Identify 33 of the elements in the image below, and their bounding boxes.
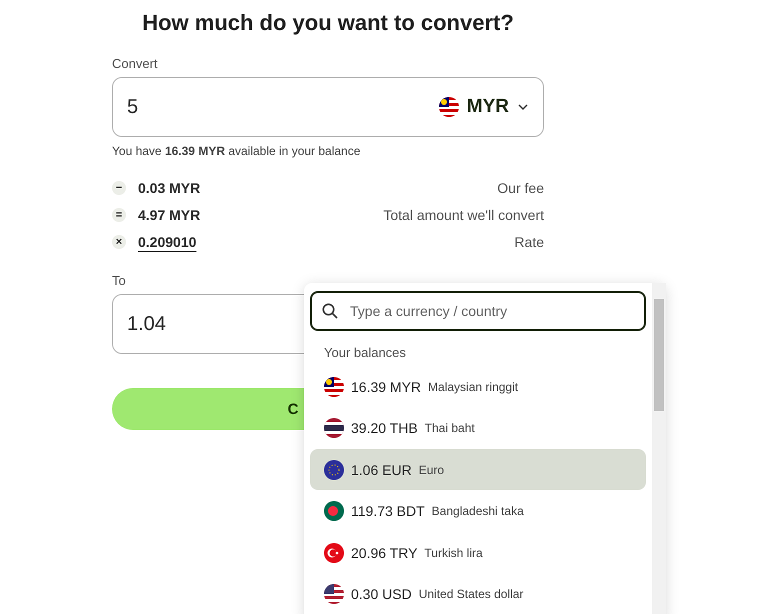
amount-value: 0.03 MYR: [138, 180, 200, 196]
flag-icon: [324, 584, 344, 604]
currency-option[interactable]: 16.39 MYR Malaysian ringgit: [310, 366, 646, 407]
flag-icon: [324, 418, 344, 438]
flag-icon: [438, 97, 459, 117]
currency-option[interactable]: 20.96 TRY Turkish lira: [310, 532, 646, 574]
flag-icon: [324, 376, 344, 396]
currency-selector[interactable]: MYR: [438, 96, 529, 118]
currency-option[interactable]: 39.20 THB Thai baht: [310, 408, 646, 449]
convert-label: Convert: [112, 56, 159, 71]
rate-link[interactable]: 0.209010: [138, 234, 196, 250]
chevron-down-icon: [517, 103, 529, 111]
currency-option[interactable]: 1.06 EUR Euro: [310, 449, 646, 490]
page-title: How much do you want to convert?: [141, 10, 515, 36]
flag-icon: [324, 460, 344, 480]
search-field[interactable]: Type a currency / country: [310, 291, 646, 331]
summary-label: Rate: [514, 234, 544, 250]
currency-option[interactable]: 119.73 BDT Bangladeshi taka: [310, 490, 646, 532]
section-heading: Your balances: [324, 345, 407, 360]
operator-icon: =: [112, 208, 126, 222]
amount-field[interactable]: 5 MYR: [112, 77, 544, 137]
balance-note: You have 16.39 MYR available in your balance: [112, 144, 362, 158]
flag-icon: [324, 501, 344, 522]
to-label: To: [112, 273, 127, 288]
operator-icon: −: [112, 180, 126, 194]
summary-label: Total amount we'll convert: [383, 206, 544, 222]
flag-icon: [324, 542, 344, 563]
operator-icon: ×: [112, 234, 126, 248]
amount-value: 4.97 MYR: [138, 206, 200, 222]
currency-option[interactable]: 0.30 USD United States dollar: [310, 574, 646, 614]
search-icon: [322, 303, 338, 319]
summary-label: Our fee: [497, 180, 544, 196]
scrollbar[interactable]: [652, 283, 666, 614]
